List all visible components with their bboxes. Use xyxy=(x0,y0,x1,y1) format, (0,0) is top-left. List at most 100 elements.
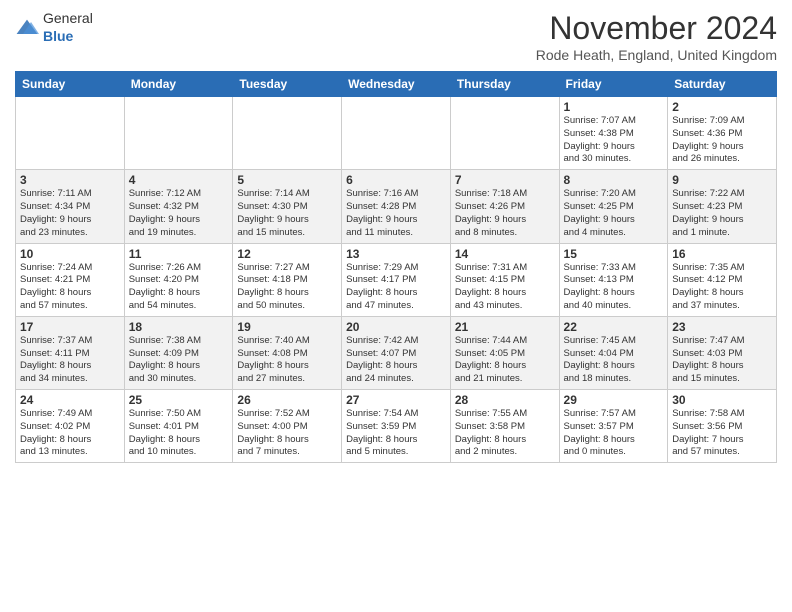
table-row: 18Sunrise: 7:38 AMSunset: 4:09 PMDayligh… xyxy=(124,316,233,389)
col-monday: Monday xyxy=(124,72,233,97)
logo-text: General Blue xyxy=(43,10,93,46)
table-row: 10Sunrise: 7:24 AMSunset: 4:21 PMDayligh… xyxy=(16,243,125,316)
table-row: 11Sunrise: 7:26 AMSunset: 4:20 PMDayligh… xyxy=(124,243,233,316)
day-info: Sunrise: 7:35 AMSunset: 4:12 PMDaylight:… xyxy=(672,262,772,313)
table-row xyxy=(124,97,233,170)
day-info: Sunrise: 7:49 AMSunset: 4:02 PMDaylight:… xyxy=(20,408,120,459)
table-row: 13Sunrise: 7:29 AMSunset: 4:17 PMDayligh… xyxy=(342,243,451,316)
day-info: Sunrise: 7:58 AMSunset: 3:56 PMDaylight:… xyxy=(672,408,772,459)
day-info: Sunrise: 7:52 AMSunset: 4:00 PMDaylight:… xyxy=(237,408,337,459)
col-sunday: Sunday xyxy=(16,72,125,97)
day-info: Sunrise: 7:20 AMSunset: 4:25 PMDaylight:… xyxy=(564,188,664,239)
table-row: 28Sunrise: 7:55 AMSunset: 3:58 PMDayligh… xyxy=(450,390,559,463)
table-row: 15Sunrise: 7:33 AMSunset: 4:13 PMDayligh… xyxy=(559,243,668,316)
table-row: 6Sunrise: 7:16 AMSunset: 4:28 PMDaylight… xyxy=(342,170,451,243)
day-info: Sunrise: 7:24 AMSunset: 4:21 PMDaylight:… xyxy=(20,262,120,313)
table-row xyxy=(450,97,559,170)
day-info: Sunrise: 7:11 AMSunset: 4:34 PMDaylight:… xyxy=(20,188,120,239)
day-number: 24 xyxy=(20,393,120,407)
main-title: November 2024 xyxy=(536,10,777,47)
page-container: General Blue November 2024 Rode Heath, E… xyxy=(0,0,792,473)
table-row: 12Sunrise: 7:27 AMSunset: 4:18 PMDayligh… xyxy=(233,243,342,316)
table-row: 4Sunrise: 7:12 AMSunset: 4:32 PMDaylight… xyxy=(124,170,233,243)
table-row: 2Sunrise: 7:09 AMSunset: 4:36 PMDaylight… xyxy=(668,97,777,170)
day-number: 11 xyxy=(129,247,229,261)
day-info: Sunrise: 7:22 AMSunset: 4:23 PMDaylight:… xyxy=(672,188,772,239)
table-row: 8Sunrise: 7:20 AMSunset: 4:25 PMDaylight… xyxy=(559,170,668,243)
col-thursday: Thursday xyxy=(450,72,559,97)
table-row: 19Sunrise: 7:40 AMSunset: 4:08 PMDayligh… xyxy=(233,316,342,389)
day-info: Sunrise: 7:47 AMSunset: 4:03 PMDaylight:… xyxy=(672,335,772,386)
table-row: 14Sunrise: 7:31 AMSunset: 4:15 PMDayligh… xyxy=(450,243,559,316)
day-number: 14 xyxy=(455,247,555,261)
day-info: Sunrise: 7:09 AMSunset: 4:36 PMDaylight:… xyxy=(672,115,772,166)
table-row: 25Sunrise: 7:50 AMSunset: 4:01 PMDayligh… xyxy=(124,390,233,463)
day-info: Sunrise: 7:26 AMSunset: 4:20 PMDaylight:… xyxy=(129,262,229,313)
table-row xyxy=(342,97,451,170)
day-info: Sunrise: 7:14 AMSunset: 4:30 PMDaylight:… xyxy=(237,188,337,239)
logo-general: General xyxy=(43,10,93,26)
table-row: 21Sunrise: 7:44 AMSunset: 4:05 PMDayligh… xyxy=(450,316,559,389)
day-number: 26 xyxy=(237,393,337,407)
day-info: Sunrise: 7:50 AMSunset: 4:01 PMDaylight:… xyxy=(129,408,229,459)
logo: General Blue xyxy=(15,10,93,46)
table-row: 30Sunrise: 7:58 AMSunset: 3:56 PMDayligh… xyxy=(668,390,777,463)
table-row: 29Sunrise: 7:57 AMSunset: 3:57 PMDayligh… xyxy=(559,390,668,463)
day-info: Sunrise: 7:16 AMSunset: 4:28 PMDaylight:… xyxy=(346,188,446,239)
day-info: Sunrise: 7:57 AMSunset: 3:57 PMDaylight:… xyxy=(564,408,664,459)
day-number: 5 xyxy=(237,173,337,187)
calendar-row: 24Sunrise: 7:49 AMSunset: 4:02 PMDayligh… xyxy=(16,390,777,463)
logo-blue: Blue xyxy=(43,28,73,44)
table-row xyxy=(16,97,125,170)
day-number: 28 xyxy=(455,393,555,407)
day-number: 6 xyxy=(346,173,446,187)
table-row: 23Sunrise: 7:47 AMSunset: 4:03 PMDayligh… xyxy=(668,316,777,389)
day-info: Sunrise: 7:27 AMSunset: 4:18 PMDaylight:… xyxy=(237,262,337,313)
day-info: Sunrise: 7:54 AMSunset: 3:59 PMDaylight:… xyxy=(346,408,446,459)
day-number: 12 xyxy=(237,247,337,261)
col-wednesday: Wednesday xyxy=(342,72,451,97)
day-info: Sunrise: 7:12 AMSunset: 4:32 PMDaylight:… xyxy=(129,188,229,239)
table-row: 5Sunrise: 7:14 AMSunset: 4:30 PMDaylight… xyxy=(233,170,342,243)
day-number: 9 xyxy=(672,173,772,187)
day-info: Sunrise: 7:31 AMSunset: 4:15 PMDaylight:… xyxy=(455,262,555,313)
day-number: 7 xyxy=(455,173,555,187)
day-number: 23 xyxy=(672,320,772,334)
day-number: 18 xyxy=(129,320,229,334)
calendar-row: 17Sunrise: 7:37 AMSunset: 4:11 PMDayligh… xyxy=(16,316,777,389)
day-info: Sunrise: 7:44 AMSunset: 4:05 PMDaylight:… xyxy=(455,335,555,386)
calendar-table: Sunday Monday Tuesday Wednesday Thursday… xyxy=(15,71,777,463)
day-number: 13 xyxy=(346,247,446,261)
table-row: 17Sunrise: 7:37 AMSunset: 4:11 PMDayligh… xyxy=(16,316,125,389)
day-number: 27 xyxy=(346,393,446,407)
calendar-header-row: Sunday Monday Tuesday Wednesday Thursday… xyxy=(16,72,777,97)
table-row: 7Sunrise: 7:18 AMSunset: 4:26 PMDaylight… xyxy=(450,170,559,243)
header: General Blue November 2024 Rode Heath, E… xyxy=(15,10,777,63)
calendar-row: 3Sunrise: 7:11 AMSunset: 4:34 PMDaylight… xyxy=(16,170,777,243)
table-row: 22Sunrise: 7:45 AMSunset: 4:04 PMDayligh… xyxy=(559,316,668,389)
col-saturday: Saturday xyxy=(668,72,777,97)
day-number: 15 xyxy=(564,247,664,261)
subtitle: Rode Heath, England, United Kingdom xyxy=(536,47,777,63)
table-row: 20Sunrise: 7:42 AMSunset: 4:07 PMDayligh… xyxy=(342,316,451,389)
logo-icon xyxy=(15,18,39,38)
table-row: 3Sunrise: 7:11 AMSunset: 4:34 PMDaylight… xyxy=(16,170,125,243)
title-section: November 2024 Rode Heath, England, Unite… xyxy=(536,10,777,63)
day-number: 1 xyxy=(564,100,664,114)
col-tuesday: Tuesday xyxy=(233,72,342,97)
calendar-row: 1Sunrise: 7:07 AMSunset: 4:38 PMDaylight… xyxy=(16,97,777,170)
day-number: 8 xyxy=(564,173,664,187)
day-number: 29 xyxy=(564,393,664,407)
day-number: 17 xyxy=(20,320,120,334)
day-info: Sunrise: 7:42 AMSunset: 4:07 PMDaylight:… xyxy=(346,335,446,386)
table-row: 24Sunrise: 7:49 AMSunset: 4:02 PMDayligh… xyxy=(16,390,125,463)
table-row: 9Sunrise: 7:22 AMSunset: 4:23 PMDaylight… xyxy=(668,170,777,243)
day-number: 10 xyxy=(20,247,120,261)
day-number: 22 xyxy=(564,320,664,334)
day-number: 3 xyxy=(20,173,120,187)
table-row: 16Sunrise: 7:35 AMSunset: 4:12 PMDayligh… xyxy=(668,243,777,316)
day-number: 25 xyxy=(129,393,229,407)
calendar-row: 10Sunrise: 7:24 AMSunset: 4:21 PMDayligh… xyxy=(16,243,777,316)
day-info: Sunrise: 7:45 AMSunset: 4:04 PMDaylight:… xyxy=(564,335,664,386)
day-number: 20 xyxy=(346,320,446,334)
